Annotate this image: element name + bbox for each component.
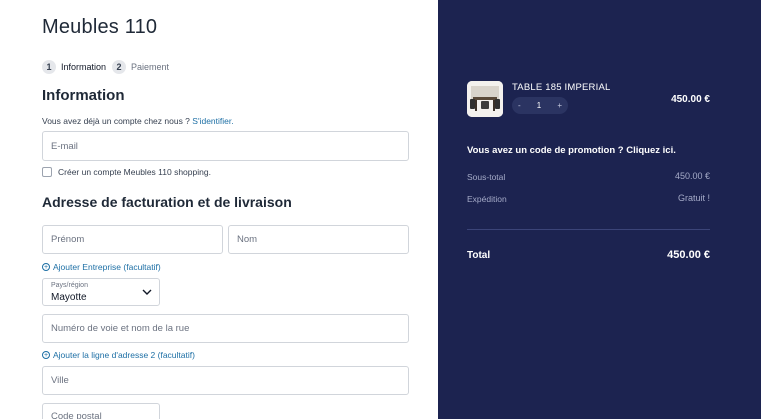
street-field[interactable]	[42, 314, 409, 343]
city-field[interactable]	[42, 366, 409, 395]
step-1-number: 1	[42, 60, 56, 74]
chevron-down-icon	[142, 289, 152, 295]
qty-increment-button[interactable]: +	[557, 101, 562, 110]
country-value: Mayotte	[51, 292, 87, 303]
step-1-label[interactable]: Information	[61, 62, 106, 72]
create-account-row[interactable]: Créer un compte Meubles 110 shopping.	[42, 167, 211, 177]
first-name-input[interactable]	[43, 226, 222, 253]
checkout-steps: 1 Information 2 Paiement	[42, 60, 175, 74]
quantity-stepper[interactable]: - 1 +	[512, 97, 568, 114]
information-heading: Information	[42, 87, 125, 104]
add-address-line2-link[interactable]: + Ajouter la ligne d'adresse 2 (facultat…	[42, 350, 195, 360]
promo-code-link[interactable]: Vous avez un code de promotion ? Cliquez…	[467, 145, 676, 156]
product-name: TABLE 185 IMPERIAL	[512, 82, 611, 93]
postal-code-input[interactable]	[43, 404, 159, 419]
add-company-link[interactable]: + Ajouter Entreprise (facultatif)	[42, 262, 161, 272]
step-2-number: 2	[112, 60, 127, 74]
qty-value[interactable]: 1	[537, 101, 541, 110]
first-name-field[interactable]	[42, 225, 223, 254]
plus-circle-icon: +	[42, 351, 50, 359]
store-title: Meubles 110	[42, 16, 158, 38]
product-thumbnail	[467, 81, 503, 117]
country-select[interactable]: Pays/région Mayotte	[42, 278, 160, 306]
last-name-input[interactable]	[229, 226, 408, 253]
order-summary-panel	[438, 0, 761, 419]
product-image	[467, 81, 503, 117]
plus-circle-icon: +	[42, 263, 50, 271]
create-account-checkbox[interactable]	[42, 167, 52, 177]
subtotal-label: Sous-total	[467, 172, 506, 182]
add-address-line2-label: Ajouter la ligne d'adresse 2 (facultatif…	[53, 350, 195, 360]
city-input[interactable]	[43, 367, 408, 394]
total-label: Total	[467, 250, 491, 261]
step-2-label[interactable]: Paiement	[131, 62, 169, 72]
subtotal-value: 450.00 €	[674, 171, 710, 181]
login-link[interactable]: S'identifier.	[192, 116, 233, 126]
add-company-label: Ajouter Entreprise (facultatif)	[53, 262, 161, 272]
postal-code-field[interactable]	[42, 403, 160, 419]
summary-divider	[467, 229, 710, 230]
qty-decrement-button[interactable]: -	[518, 101, 521, 110]
account-prompt-text: Vous avez déjà un compte chez nous ?	[42, 116, 190, 126]
street-input[interactable]	[43, 315, 408, 342]
shipping-label: Expédition	[467, 194, 507, 204]
create-account-label: Créer un compte Meubles 110 shopping.	[58, 167, 211, 177]
email-input[interactable]	[43, 132, 408, 160]
product-price: 450.00 €	[671, 94, 710, 105]
last-name-field[interactable]	[228, 225, 409, 254]
country-label: Pays/région	[51, 282, 88, 289]
address-heading: Adresse de facturation et de livraison	[42, 194, 292, 210]
total-value: 450.00 €	[667, 249, 710, 261]
account-prompt: Vous avez déjà un compte chez nous ? S'i…	[42, 116, 234, 126]
shipping-value: Gratuit !	[677, 193, 710, 203]
email-field[interactable]	[42, 131, 409, 161]
